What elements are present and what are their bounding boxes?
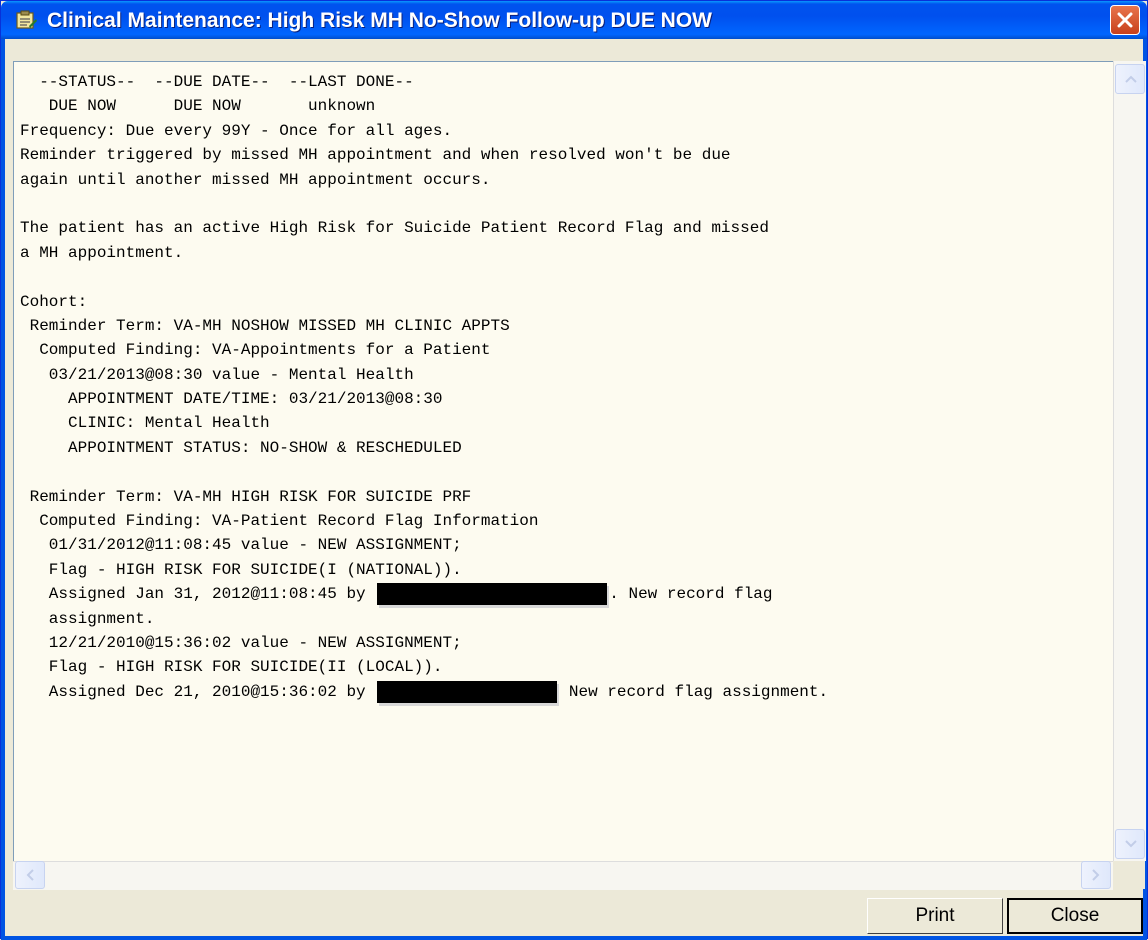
title-bar[interactable]: Clinical Maintenance: High Risk MH No-Sh… <box>1 1 1147 39</box>
report-line: 12/21/2010@15:36:02 value - NEW ASSIGNME… <box>20 633 462 652</box>
chevron-down-icon <box>1125 840 1137 848</box>
redaction-box <box>377 582 608 605</box>
report-line <box>20 265 1115 289</box>
report-line: Reminder triggered by missed MH appointm… <box>20 146 731 165</box>
scroll-right-button[interactable] <box>1081 861 1111 889</box>
report-line: a MH appointment. <box>20 243 184 262</box>
scroll-left-button[interactable] <box>15 861 45 889</box>
report-line: 01/31/2012@11:08:45 value - NEW ASSIGNME… <box>20 536 462 555</box>
assigned-1-suffix: . New record flag <box>609 585 773 604</box>
report-line <box>20 460 1115 484</box>
window-frame-bottom <box>1 936 1147 940</box>
window-close-button[interactable] <box>1110 5 1140 35</box>
report-line: Reminder Term: VA-MH HIGH RISK FOR SUICI… <box>20 487 472 506</box>
report-line <box>20 192 1115 216</box>
chevron-right-icon <box>1092 869 1100 881</box>
clinical-maintenance-window: Clinical Maintenance: High Risk MH No-Sh… <box>0 0 1148 940</box>
report-line: Computed Finding: VA-Patient Record Flag… <box>20 512 539 531</box>
report-line: 03/21/2013@08:30 value - Mental Health <box>20 365 414 384</box>
report-line: Flag - HIGH RISK FOR SUICIDE(II (LOCAL))… <box>20 658 443 677</box>
window-frame-left <box>1 39 5 939</box>
scroll-down-button[interactable] <box>1115 829 1145 859</box>
scroll-up-button[interactable] <box>1115 64 1145 94</box>
report-line: APPOINTMENT DATE/TIME: 03/21/2013@08:30 <box>20 390 443 409</box>
horizontal-scrollbar[interactable] <box>13 861 1113 890</box>
print-button[interactable]: Print <box>867 898 1003 934</box>
report-line: Assigned Dec 21, 2010@15:36:02 by New re… <box>20 680 1115 704</box>
close-button[interactable]: Close <box>1007 898 1143 934</box>
report-line: CLINIC: Mental Health <box>20 414 270 433</box>
report-line: APPOINTMENT STATUS: NO-SHOW & RESCHEDULE… <box>20 438 462 457</box>
report-line: Frequency: Due every 99Y - Once for all … <box>20 121 453 140</box>
report-line: assignment. <box>20 609 155 628</box>
chevron-left-icon <box>26 869 34 881</box>
report-text-area[interactable]: --STATUS-- --DUE DATE-- --LAST DONE-- DU… <box>13 61 1145 889</box>
clipboard-icon <box>15 10 37 30</box>
report-line: DUE NOW DUE NOW unknown <box>20 97 376 116</box>
close-icon <box>1117 12 1133 28</box>
report-line: Cohort: <box>20 292 88 311</box>
redaction-box <box>377 680 558 703</box>
report-line: The patient has an active High Risk for … <box>20 219 769 238</box>
report-content: --STATUS-- --DUE DATE-- --LAST DONE-- DU… <box>20 70 1115 870</box>
assigned-2-prefix: Assigned Dec 21, 2010@15:36:02 by <box>20 682 376 701</box>
chevron-up-icon <box>1125 75 1137 83</box>
scrollbar-corner <box>1113 861 1145 889</box>
vertical-scrollbar[interactable] <box>1113 61 1146 861</box>
assigned-2-suffix: New record flag assignment. <box>559 682 829 701</box>
report-line: Computed Finding: VA-Appointments for a … <box>20 341 491 360</box>
report-line: Assigned Jan 31, 2012@11:08:45 by . New … <box>20 582 1115 606</box>
report-line: --STATUS-- --DUE DATE-- --LAST DONE-- <box>20 73 414 91</box>
report-line: Flag - HIGH RISK FOR SUICIDE(I (NATIONAL… <box>20 560 462 579</box>
window-title: Clinical Maintenance: High Risk MH No-Sh… <box>47 9 713 32</box>
assigned-1-prefix: Assigned Jan 31, 2012@11:08:45 by <box>20 585 376 604</box>
report-line: again until another missed MH appointmen… <box>20 170 491 189</box>
report-line: Reminder Term: VA-MH NOSHOW MISSED MH CL… <box>20 316 510 335</box>
